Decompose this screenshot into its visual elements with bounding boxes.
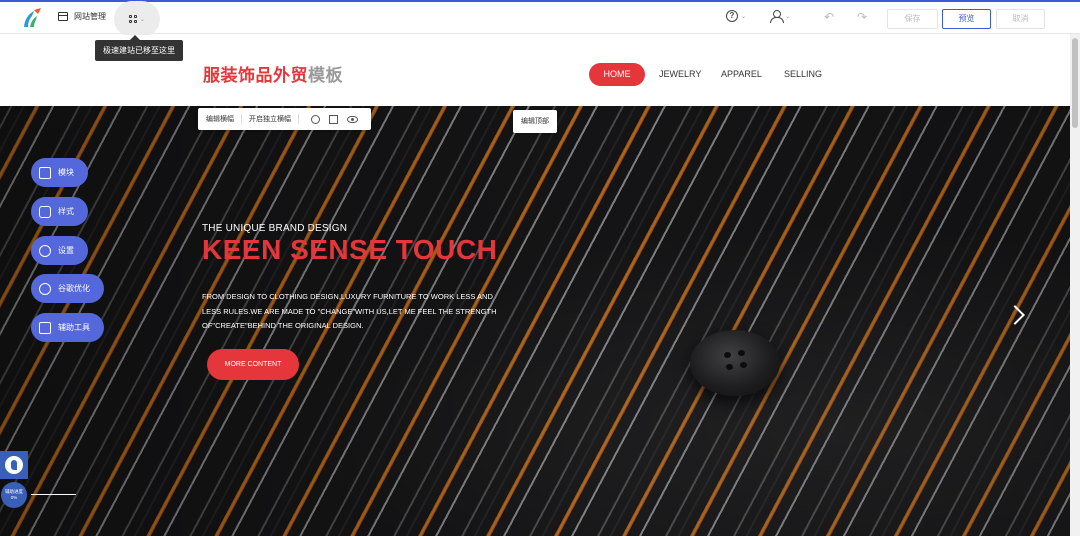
scrollbar-thumb[interactable] <box>1072 38 1078 128</box>
shirt-icon <box>39 205 51 218</box>
quick-build-tooltip: 极速建站已移至这里 <box>95 35 183 61</box>
app-logo-icon[interactable] <box>22 7 42 29</box>
assist-progress-badge[interactable]: 辅助进度 0% <box>1 482 27 508</box>
eye-icon[interactable] <box>347 115 358 123</box>
redo-icon: ↷ <box>857 10 868 24</box>
nav-selling[interactable]: SELLING <box>784 69 822 79</box>
hero-desc-line: OF"CREATE"BEHIND THE ORIGINAL DESIGN. <box>202 321 364 330</box>
quick-build-button[interactable]: ⌄ <box>114 1 160 37</box>
hero-kicker: THE UNIQUE BRAND DESIGN <box>202 223 348 234</box>
side-menu-label: 样式 <box>58 207 74 216</box>
side-menu-module[interactable]: 模块 <box>31 158 88 187</box>
undo-icon: ↶ <box>824 10 835 24</box>
nav-apparel[interactable]: APPAREL <box>721 69 762 79</box>
hero-description: FROM DESIGN TO CLOTHING DESIGN,LUXURY FU… <box>202 290 532 334</box>
animation-icon[interactable] <box>311 114 320 124</box>
progress-value: 0% <box>10 495 18 500</box>
hero-headline: KEEN SENSE TOUCH <box>202 234 498 265</box>
side-menu-tools[interactable]: 辅助工具 <box>31 313 104 342</box>
chevron-down-icon: ⌄ <box>785 13 791 20</box>
module-icon <box>39 166 51 179</box>
save-button[interactable]: 保存 <box>887 9 938 29</box>
banner-edit-bar: 编辑横幅 开启独立横幅 <box>198 108 371 130</box>
more-content-button[interactable]: MORE CONTENT <box>207 349 299 380</box>
hero-overlay <box>0 106 1070 536</box>
side-menu-label: 谷歌优化 <box>58 284 90 293</box>
preview-button[interactable]: 预览 <box>942 9 991 29</box>
page-scrollbar[interactable] <box>1070 34 1080 536</box>
independent-banner-button[interactable]: 开启独立横幅 <box>249 114 291 124</box>
side-menu-google-seo[interactable]: 谷歌优化 <box>31 274 104 303</box>
site-manage-button[interactable]: 网站管理 <box>58 11 106 22</box>
hero-banner: THE UNIQUE BRAND DESIGN KEEN SENSE TOUCH… <box>0 106 1070 536</box>
progress-bar <box>31 494 76 495</box>
editor-toolbar: 网站管理 ⌄ ? ⌄ ⌄ ↶ ↷ 保存 预览 取消 <box>0 0 1080 37</box>
side-menu-settings[interactable]: 设置 <box>31 236 88 265</box>
hero-desc-line: FROM DESIGN TO CLOTHING DESIGN,LUXURY FU… <box>202 292 493 301</box>
site-title-main: 服装饰品外贸 <box>203 66 308 85</box>
side-menu-label: 辅助工具 <box>58 323 90 332</box>
side-menu-label: 模块 <box>58 168 74 177</box>
redo-button[interactable]: ↷ <box>857 10 867 24</box>
assistant-logo-icon[interactable] <box>0 451 28 479</box>
user-menu-button[interactable]: ⌄ <box>770 10 791 23</box>
help-button[interactable]: ? ⌄ <box>726 10 746 22</box>
chevron-down-icon: ⌄ <box>139 16 145 23</box>
hero-desc-line: LESS RULES.WE ARE MADE TO "CHANGE"WITH U… <box>202 306 497 316</box>
nav-jewelry[interactable]: JEWELRY <box>659 69 701 79</box>
undo-button[interactable]: ↶ <box>824 10 834 24</box>
site-title[interactable]: 服装饰品外贸模板 <box>203 61 343 86</box>
cancel-button[interactable]: 取消 <box>996 9 1045 29</box>
edit-top-button[interactable]: 编辑顶部 <box>513 110 557 133</box>
user-icon <box>770 10 784 23</box>
help-icon: ? <box>726 10 738 22</box>
divider <box>298 114 299 124</box>
chevron-down-icon: ⌄ <box>741 13 747 20</box>
grid-icon <box>129 15 137 23</box>
nav-home[interactable]: HOME <box>589 63 645 86</box>
side-menu-style[interactable]: 样式 <box>31 197 88 226</box>
google-icon <box>39 282 51 295</box>
site-manage-icon <box>58 12 68 21</box>
layout-icon[interactable] <box>329 114 338 124</box>
edit-banner-button[interactable]: 编辑横幅 <box>206 114 234 124</box>
divider <box>241 114 242 124</box>
settings-icon <box>39 244 51 257</box>
tools-icon <box>39 321 51 334</box>
site-title-suffix: 模板 <box>308 66 343 85</box>
site-manage-label: 网站管理 <box>74 12 106 21</box>
side-menu-label: 设置 <box>58 246 74 255</box>
